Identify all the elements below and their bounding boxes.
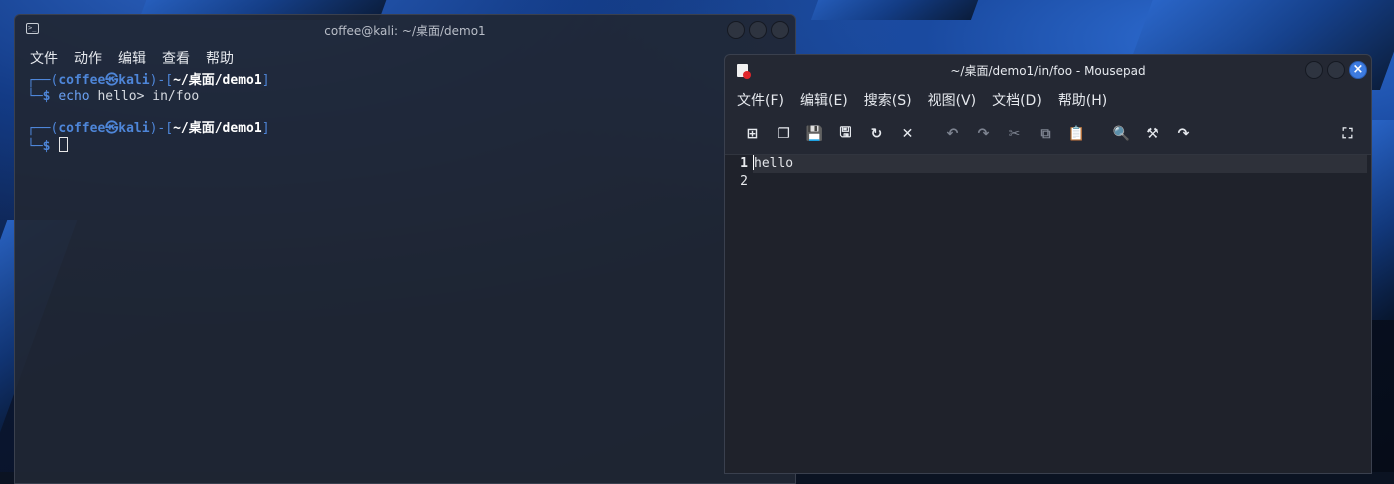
prompt-path: ~/桌面/demo1 [173,73,262,88]
find-icon[interactable]: 🔍 [1106,122,1137,146]
menu-actions[interactable]: 动作 [74,48,102,68]
mousepad-menubar: 文件(F) 编辑(E) 搜索(S) 视图(V) 文档(D) 帮助(H) [725,85,1371,115]
mousepad-toolbar: ⊞ ❐ 💾 🖫 ↻ ✕ ↶ ↷ ✂ ⧉ 📋 🔍 ⚒ ↷ ⛶ [725,115,1371,153]
redo-icon[interactable]: ↷ [968,122,999,146]
terminal-output[interactable]: ┌──(coffee㉿kali)-[~/桌面/demo1] └─$ echo h… [15,71,795,157]
maximize-button[interactable] [749,21,767,39]
prompt-command-line: └─$ echo hello> in/foo [27,89,200,104]
terminal-window-controls [727,21,789,39]
new-document-icon[interactable]: ⊞ [737,122,768,146]
text-line[interactable]: hello [753,155,1367,173]
menu-file[interactable]: 文件 [30,48,58,68]
close-button[interactable] [771,21,789,39]
prompt-header: ┌──(coffee㉿kali)-[~/桌面/demo1] [27,73,270,88]
menu-document[interactable]: 文档(D) [992,90,1042,110]
copy-icon[interactable]: ⧉ [1030,122,1061,146]
text-editor[interactable]: 1 2 hello [725,154,1371,473]
command-name: echo [58,89,90,104]
paste-icon[interactable]: 📋 [1061,122,1092,146]
terminal-app-icon: >_ [26,23,39,34]
fullscreen-icon[interactable]: ⛶ [1332,122,1363,146]
line-number: 1 [740,156,748,171]
line-number-gutter: 1 2 [725,155,751,191]
mousepad-window[interactable]: ~/桌面/demo1/in/foo - Mousepad × 文件(F) 编辑(… [724,54,1372,474]
line-number: 2 [740,174,748,189]
menu-file[interactable]: 文件(F) [737,90,784,110]
minimize-button[interactable] [727,21,745,39]
terminal-window[interactable]: >_ coffee@kali: ~/桌面/demo1 文件 动作 编辑 查看 帮… [14,14,796,484]
menu-edit[interactable]: 编辑(E) [800,90,848,110]
prompt-user: coffee㉿kali [58,121,150,136]
mousepad-app-icon [737,64,751,79]
close-button[interactable]: × [1349,61,1367,79]
text-content[interactable]: hello [753,155,1367,173]
menu-edit[interactable]: 编辑 [118,48,146,68]
undo-icon[interactable]: ↶ [937,122,968,146]
save-as-icon[interactable]: 🖫 [830,122,861,146]
go-to-line-icon[interactable]: ↷ [1168,122,1199,146]
terminal-cursor [59,137,69,152]
prompt-command-line[interactable]: └─$ [27,137,783,155]
save-icon[interactable]: 💾 [799,122,830,146]
terminal-titlebar[interactable]: >_ coffee@kali: ~/桌面/demo1 [15,15,795,45]
mousepad-titlebar[interactable]: ~/桌面/demo1/in/foo - Mousepad × [725,55,1371,85]
menu-view[interactable]: 视图(V) [928,90,977,110]
mousepad-title: ~/桌面/demo1/in/foo - Mousepad [950,63,1146,78]
menu-view[interactable]: 查看 [162,48,190,68]
menu-search[interactable]: 搜索(S) [864,90,912,110]
mousepad-window-controls: × [1305,61,1367,79]
find-replace-icon[interactable]: ⚒ [1137,122,1168,146]
prompt-user: coffee㉿kali [58,73,150,88]
minimize-button[interactable] [1305,61,1323,79]
command-args: hello> in/foo [89,89,200,104]
menu-help[interactable]: 帮助(H) [1058,90,1107,110]
terminal-menubar: 文件 动作 编辑 查看 帮助 [15,45,795,71]
new-window-icon[interactable]: ❐ [768,122,799,146]
menu-help[interactable]: 帮助 [206,48,234,68]
wallpaper-shape [810,0,990,20]
terminal-title: coffee@kali: ~/桌面/demo1 [324,23,486,38]
prompt-path: ~/桌面/demo1 [173,121,262,136]
maximize-button[interactable] [1327,61,1345,79]
reload-icon[interactable]: ↻ [861,122,892,146]
close-document-icon[interactable]: ✕ [892,122,923,146]
cut-icon[interactable]: ✂ [999,122,1030,146]
prompt-header: ┌──(coffee㉿kali)-[~/桌面/demo1] [27,121,270,136]
